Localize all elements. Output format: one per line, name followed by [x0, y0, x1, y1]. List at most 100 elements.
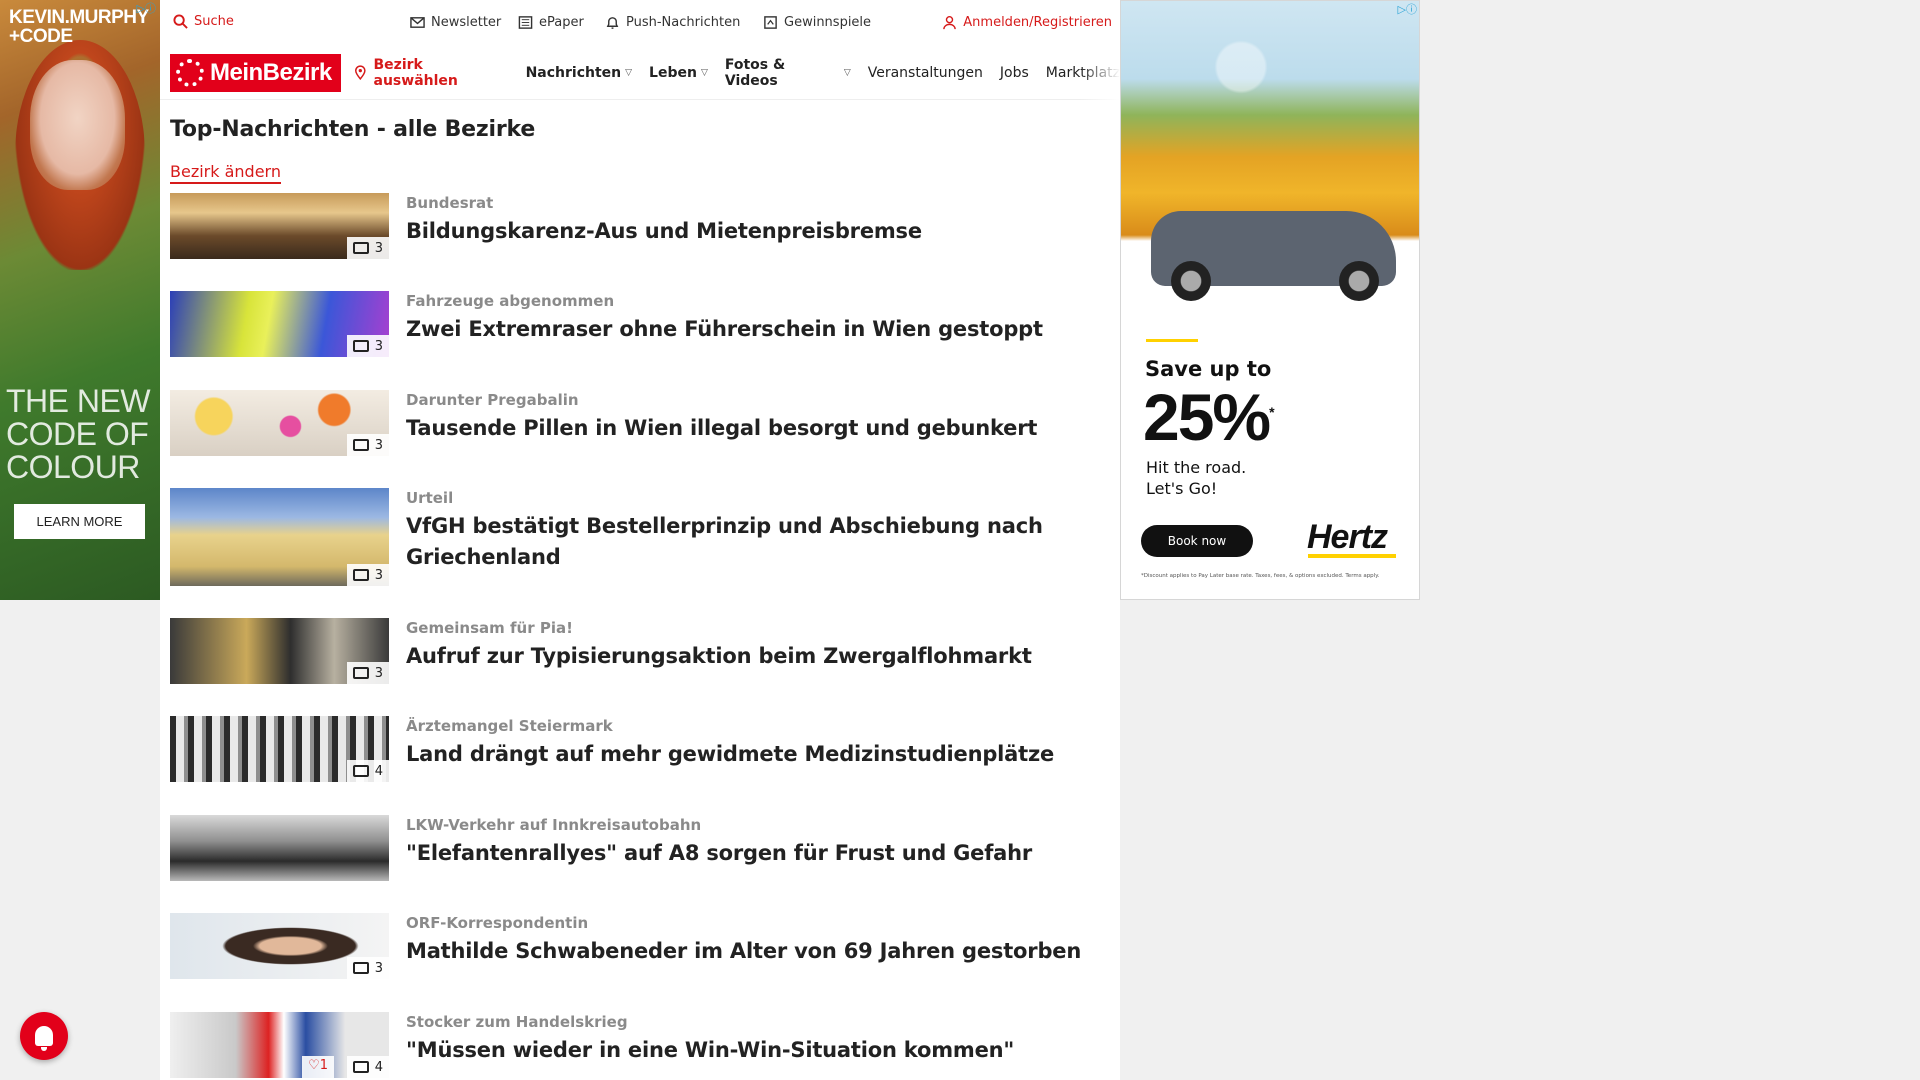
photo-count: 3	[374, 338, 383, 354]
image-icon	[352, 962, 369, 974]
location-pin-icon	[354, 65, 366, 80]
bell-icon	[35, 1026, 53, 1051]
article-item[interactable]: 4 Ärztemangel Steiermark Land drängt auf …	[170, 716, 1110, 782]
photo-count: 3	[374, 960, 383, 976]
right-rectangle-ad[interactable]: ▷ⓘ Save up to 25%* Hit the road. Let's G…	[1120, 0, 1420, 600]
gewinnspiele-link[interactable]: Gewinnspiele	[763, 15, 871, 30]
search-link[interactable]: Suche	[173, 14, 234, 29]
nav-leben[interactable]: Leben ▽	[649, 65, 708, 81]
bezirk-label: Bezirk auswählen	[373, 56, 458, 89]
photo-count-badge: 3	[346, 434, 389, 456]
page-title: Top-Nachrichten - alle Bezirke	[170, 117, 536, 142]
nav-nachrichten[interactable]: Nachrichten ▽	[526, 65, 632, 81]
article-kicker: Stocker zum Handelskrieg	[406, 1013, 628, 1031]
article-headline[interactable]: Zwei Extremraser ohne Führerschein in Wi…	[406, 314, 1043, 345]
nav-fotos-videos[interactable]: Fotos & Videos ▽	[725, 57, 851, 89]
nav-nachrichten-label: Nachrichten	[525, 64, 622, 81]
photo-count: 3	[374, 567, 383, 583]
adchoices-icon[interactable]: ▷ⓘ	[128, 1, 156, 16]
photo-count-badge: 3	[346, 335, 389, 357]
photo-count-badge: 4	[346, 760, 389, 782]
bezirk-select[interactable]: Bezirk auswählen	[353, 57, 509, 89]
mail-icon	[410, 17, 425, 28]
article-item[interactable]: 3 Bundesrat Bildungskarenz-Aus und Mieten…	[170, 193, 1110, 259]
ad-tagline-line1: Hit the road.	[1146, 458, 1247, 477]
article-thumbnail[interactable]: 3	[170, 193, 389, 259]
ad-fine-print: *Discount applies to Pay Later base rate…	[1141, 573, 1380, 579]
article-thumbnail[interactable]: 3	[170, 618, 389, 684]
article-headline[interactable]: Bildungskarenz-Aus und Mietenpreisbremse	[406, 216, 922, 247]
left-skyscraper-ad[interactable]: KEVIN.MURPHY +CODE ▷ⓘ THE NEW CODE OF CO…	[0, 0, 160, 600]
chevron-down-icon: ▽	[700, 67, 708, 78]
nav-veranstaltungen[interactable]: Veranstaltungen	[868, 65, 983, 81]
article-item[interactable]: 3 Urteil VfGH bestätigt Bestellerprinzip …	[170, 488, 1110, 586]
ad-hertz-underline	[1308, 554, 1396, 558]
article-headline[interactable]: Mathilde Schwabeneder im Alter von 69 Ja…	[406, 936, 1081, 967]
article-thumbnail[interactable]: 3	[170, 390, 389, 456]
article-headline[interactable]: "Müssen wieder in eine Win-Win-Situation…	[406, 1035, 1014, 1066]
bell-icon	[606, 17, 619, 29]
article-kicker: ORF-Korrespondentin	[406, 914, 589, 932]
nav-veranstaltungen-label: Veranstaltungen	[867, 64, 983, 81]
photo-count-badge: 3	[346, 564, 389, 586]
article-item[interactable]: 3 Gemeinsam für Pia! Aufruf zur Typisieru…	[170, 618, 1110, 684]
main-column: Suche Newsletter ePaper Push-Nachrichten…	[160, 0, 1120, 1080]
article-thumbnail[interactable]: 4	[170, 716, 389, 782]
article-thumbnail[interactable]: 3	[170, 913, 389, 979]
article-thumbnail[interactable]: ♡1 4	[170, 1012, 389, 1078]
push-label: Push-Nachrichten	[626, 15, 741, 30]
image-icon	[352, 765, 369, 777]
ad-accent-bar	[1146, 339, 1198, 342]
nav-jobs-label: Jobs	[999, 64, 1029, 81]
ad-book-now-button[interactable]: Book now	[1141, 525, 1253, 557]
article-thumbnail[interactable]: 3	[170, 488, 389, 586]
nav-jobs[interactable]: Jobs	[1000, 65, 1029, 81]
article-headline[interactable]: Land drängt auf mehr gewidmete Medizinst…	[406, 739, 1054, 770]
article-kicker: Bundesrat	[406, 194, 494, 212]
photo-count-badge: 3	[346, 662, 389, 684]
nav-fade-overlay	[1080, 46, 1120, 100]
newsletter-label: Newsletter	[431, 15, 502, 30]
ad-percent-mark: *	[1269, 404, 1275, 420]
nav-leben-label: Leben	[649, 64, 697, 81]
article-headline[interactable]: Tausende Pillen in Wien illegal besorgt …	[406, 413, 1037, 444]
article-item[interactable]: 3 ORF-Korrespondentin Mathilde Schwabened…	[170, 913, 1110, 979]
photo-count: 3	[374, 437, 383, 453]
ad-slogan: THE NEW CODE OF COLOUR	[6, 383, 151, 485]
photo-count: 3	[374, 665, 383, 681]
car-wheel	[1171, 261, 1211, 301]
ad-learn-more-button[interactable]: LEARN MORE	[14, 504, 145, 539]
likes-badge[interactable]: ♡1	[302, 1056, 334, 1078]
notification-bell-button[interactable]	[20, 1012, 68, 1060]
article-kicker: Gemeinsam für Pia!	[406, 619, 573, 637]
article-headline[interactable]: "Elefantenrallyes" auf A8 sorgen für Fru…	[406, 838, 1032, 869]
article-headline[interactable]: VfGH bestätigt Bestellerprinzip und Absc…	[406, 511, 1106, 573]
ad-percent-value: 25%	[1143, 380, 1271, 454]
image-icon	[352, 667, 369, 679]
search-icon	[173, 14, 188, 29]
ad-save-text: Save up to	[1145, 357, 1272, 381]
article-headline[interactable]: Aufruf zur Typisierungsaktion beim Zwerg…	[406, 641, 1032, 672]
push-link[interactable]: Push-Nachrichten	[605, 15, 740, 30]
photo-count: 3	[374, 240, 383, 256]
article-thumbnail[interactable]: 3	[170, 291, 389, 357]
utility-bar: Suche Newsletter ePaper Push-Nachrichten…	[160, 0, 1120, 46]
article-kicker: Darunter Pregabalin	[406, 391, 579, 409]
search-label: Suche	[194, 14, 234, 29]
ad-tagline-line2: Let's Go!	[1146, 479, 1218, 498]
article-item[interactable]: ♡1 4 Stocker zum Handelskrieg "Müssen wie…	[170, 1012, 1110, 1078]
login-link[interactable]: Anmelden/Registrieren	[942, 15, 1112, 30]
newspaper-icon	[518, 16, 533, 29]
epaper-link[interactable]: ePaper	[518, 15, 584, 30]
newsletter-link[interactable]: Newsletter	[410, 15, 501, 30]
nav-fotos-videos-label: Fotos & Videos	[724, 56, 786, 89]
site-logo[interactable]: MeinBezirk	[170, 53, 341, 92]
article-item[interactable]: 3 Fahrzeuge abgenommen Zwei Extremraser o…	[170, 291, 1110, 357]
article-item[interactable]: 3 Darunter Pregabalin Tausende Pillen in …	[170, 390, 1110, 456]
adchoices-icon[interactable]: ▷ⓘ	[1389, 2, 1417, 17]
epaper-label: ePaper	[539, 15, 584, 30]
article-item[interactable]: LKW-Verkehr auf Innkreisautobahn "Elefant…	[170, 815, 1110, 881]
article-thumbnail[interactable]	[170, 815, 389, 881]
article-kicker: Fahrzeuge abgenommen	[406, 292, 615, 310]
change-bezirk-link[interactable]: Bezirk ändern	[170, 162, 281, 184]
